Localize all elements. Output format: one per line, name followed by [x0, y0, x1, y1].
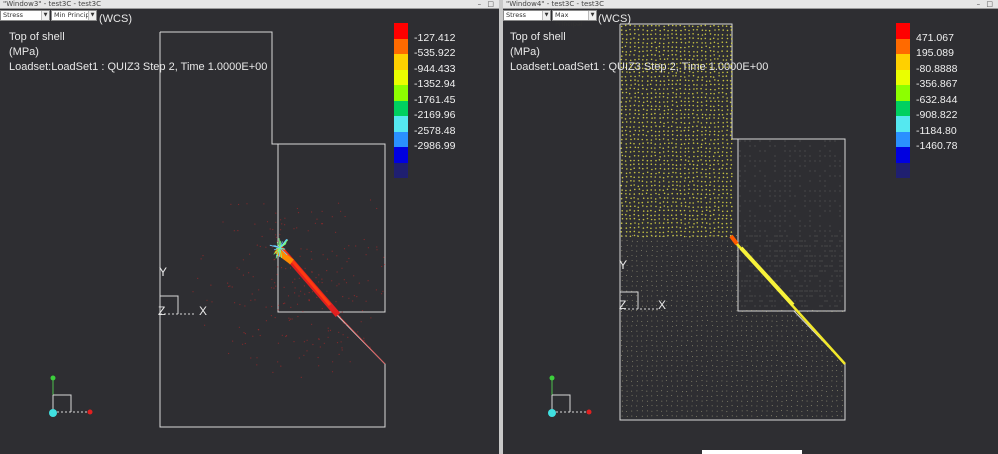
axis-z-label: Z: [619, 298, 626, 312]
axis-y-label: Y: [159, 265, 167, 279]
crack-stress-band: [729, 234, 846, 365]
global-triad: [49, 375, 93, 417]
axis-x-label: X: [199, 304, 207, 318]
global-triad: [548, 375, 592, 417]
viewport-window-right[interactable]: "Window4" - test3C - test3C – □ Stress ▼ …: [503, 0, 998, 454]
axis-x-label: X: [658, 298, 666, 312]
viewport-window-left[interactable]: "Window3" - test3C - test3C – □ Stress ▼ …: [0, 0, 499, 454]
axis-y-label: Y: [619, 258, 627, 272]
crack-stress-band: [269, 238, 386, 365]
model-viewport[interactable]: Y Z X: [503, 0, 998, 454]
view-axis-indicator: [160, 295, 196, 315]
status-strip: [702, 450, 802, 454]
axis-z-label: Z: [158, 304, 165, 318]
model-viewport[interactable]: Y Z X: [0, 0, 499, 454]
stress-field: [192, 199, 386, 378]
shell-model-outline: [619, 23, 846, 421]
